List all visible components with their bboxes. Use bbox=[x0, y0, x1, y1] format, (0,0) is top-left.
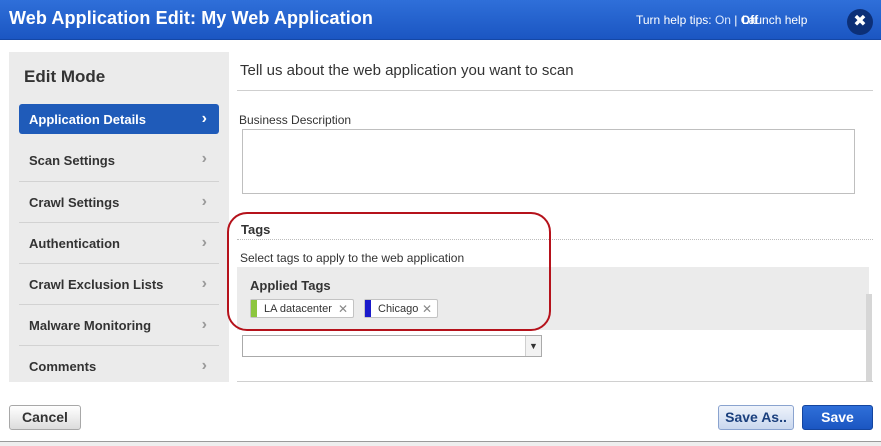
save-button[interactable]: Save bbox=[802, 405, 873, 430]
content-scrollbar[interactable] bbox=[866, 294, 872, 382]
tag-select-dropdown[interactable]: ▼ bbox=[242, 335, 542, 357]
chevron-right-icon: › bbox=[201, 275, 207, 292]
chevron-right-icon: › bbox=[201, 234, 207, 251]
dialog-bottom-border bbox=[0, 441, 881, 446]
chevron-right-icon: › bbox=[201, 316, 207, 333]
sidebar-item-label: Malware Monitoring bbox=[29, 318, 152, 333]
content-bottom-divider bbox=[237, 381, 873, 382]
business-description-field[interactable] bbox=[242, 129, 855, 194]
sidebar-item-label: Crawl Exclusion Lists bbox=[29, 277, 164, 292]
sidebar-item-label: Application Details bbox=[29, 112, 147, 127]
sidebar-item-crawl-settings[interactable]: Crawl Settings › bbox=[19, 181, 219, 222]
help-tips-on-link[interactable]: On bbox=[715, 13, 731, 27]
cancel-button[interactable]: Cancel bbox=[9, 405, 81, 430]
sidebar-item-label: Comments bbox=[29, 359, 97, 374]
sidebar-title: Edit Mode bbox=[24, 67, 106, 86]
sidebar-item-crawl-exclusion-lists[interactable]: Crawl Exclusion Lists › bbox=[19, 263, 219, 304]
dialog-header: Web Application Edit: My Web Application… bbox=[0, 0, 881, 40]
sidebar-item-label: Crawl Settings bbox=[29, 195, 120, 210]
sidebar-item-scan-settings[interactable]: Scan Settings › bbox=[19, 140, 219, 181]
business-description-label: Business Description bbox=[239, 113, 352, 127]
chevron-right-icon: › bbox=[201, 150, 207, 167]
sidebar-item-malware-monitoring[interactable]: Malware Monitoring › bbox=[19, 304, 219, 345]
save-as-button[interactable]: Save As.. bbox=[718, 405, 794, 430]
tags-highlight-annotation bbox=[227, 212, 551, 331]
help-tips-separator: | bbox=[730, 13, 741, 27]
sidebar-item-authentication[interactable]: Authentication › bbox=[19, 222, 219, 263]
dialog-title: Web Application Edit: My Web Application bbox=[9, 8, 373, 28]
chevron-right-icon: › bbox=[201, 110, 207, 127]
section-heading: Tell us about the web application you wa… bbox=[240, 62, 574, 79]
sidebar-item-label: Scan Settings bbox=[29, 153, 115, 168]
close-icon[interactable]: ✖ bbox=[847, 9, 873, 35]
chevron-right-icon: › bbox=[201, 193, 207, 210]
chevron-right-icon: › bbox=[201, 357, 207, 374]
launch-help-link[interactable]: Launch help bbox=[742, 13, 807, 27]
heading-divider bbox=[237, 90, 873, 91]
sidebar-item-label: Authentication bbox=[29, 236, 120, 251]
help-tips-label: Turn help tips: bbox=[636, 13, 715, 27]
help-tips-toggle: Turn help tips: On | Off bbox=[636, 13, 758, 27]
chevron-down-icon[interactable]: ▼ bbox=[525, 336, 541, 356]
sidebar-item-comments[interactable]: Comments › bbox=[19, 345, 219, 381]
sidebar-item-application-details[interactable]: Application Details › bbox=[19, 104, 219, 134]
